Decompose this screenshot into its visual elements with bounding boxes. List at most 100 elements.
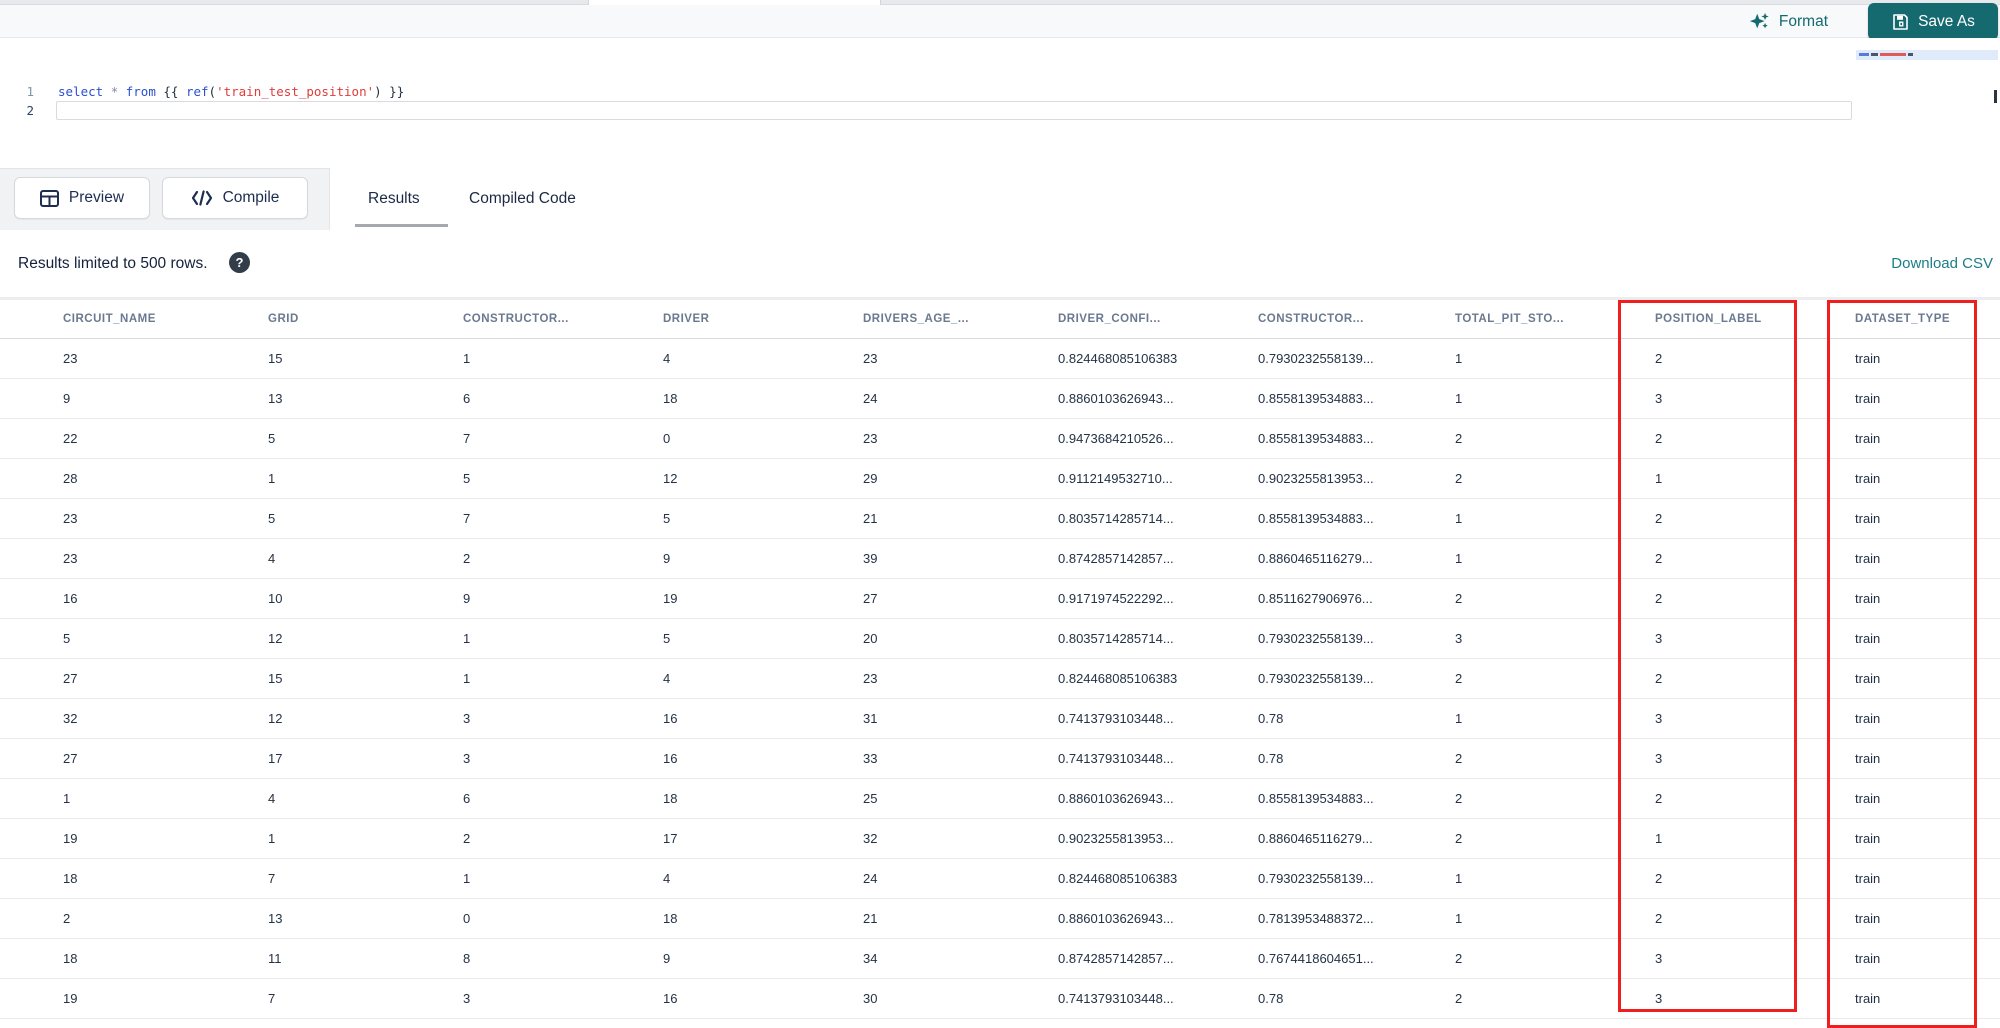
table-cell: 10 <box>205 578 400 619</box>
table-cell: train <box>1792 338 2000 379</box>
table-cell: 24 <box>800 858 995 899</box>
table-cell: 0.7930232558139... <box>1195 858 1392 899</box>
table-cell: 34 <box>800 938 995 979</box>
table-cell: 0.7813953488372... <box>1195 898 1392 939</box>
table-cell: 1 <box>400 858 600 899</box>
table-cell: 3 <box>1592 378 1792 419</box>
table-row: 19 1 2 17 32 0.9023255813953... 0.886046511627… <box>0 818 2000 859</box>
table-cell: 0.9112149532710... <box>995 458 1195 499</box>
table-cell: train <box>1792 778 2000 819</box>
table-cell: 7 <box>400 498 600 539</box>
table-cell: 0.7930232558139... <box>1195 658 1392 699</box>
column-header: TOTAL_PIT_STO... <box>1392 300 1592 339</box>
table-cell: 32 <box>800 818 995 859</box>
compile-label: Compile <box>222 189 280 206</box>
table-cell: 3 <box>400 978 600 1019</box>
table-cell: 0.8558139534883... <box>1195 778 1392 819</box>
table-cell: 0.78 <box>1195 978 1392 1019</box>
table-cell: 2 <box>400 538 600 579</box>
results-limit-message: Results limited to 500 rows. <box>18 255 208 272</box>
table-cell: train <box>1792 738 2000 779</box>
compile-button[interactable]: Compile <box>162 177 308 219</box>
table-cell: 2 <box>1592 858 1792 899</box>
table-cell: 18 <box>600 378 800 419</box>
table-cell: 8 <box>400 938 600 979</box>
save-as-label: Save As <box>1918 12 1975 30</box>
table-row: 19 7 3 16 30 0.7413793103448... 0.78 2 3 train <box>0 978 2000 1019</box>
format-button[interactable]: Format <box>1749 9 1828 35</box>
table-cell: 17 <box>600 818 800 859</box>
table-cell: 23 <box>0 538 205 579</box>
table-cell: 2 <box>1592 898 1792 939</box>
table-cell: 3 <box>1592 698 1792 739</box>
table-cell: 0.7674418604651... <box>1195 938 1392 979</box>
preview-label: Preview <box>68 189 125 206</box>
tab-compiled-code[interactable]: Compiled Code <box>469 190 576 214</box>
table-cell: 0.7413793103448... <box>995 738 1195 779</box>
table-cell: 17 <box>205 738 400 779</box>
table-cell: 16 <box>0 578 205 619</box>
preview-button[interactable]: Preview <box>14 177 150 219</box>
table-cell: 2 <box>1392 658 1592 699</box>
table-cell: 13 <box>205 378 400 419</box>
table-cell: 1 <box>205 458 400 499</box>
table-cell: 12 <box>205 698 400 739</box>
table-cell: 0.7413793103448... <box>995 698 1195 739</box>
table-cell: 1 <box>1392 898 1592 939</box>
table-cell: 2 <box>1392 778 1592 819</box>
table-cell: 11 <box>205 938 400 979</box>
table-cell: 20 <box>800 618 995 659</box>
table-cell: 9 <box>0 378 205 419</box>
table-cell: 2 <box>1592 578 1792 619</box>
table-cell: 22 <box>0 418 205 459</box>
table-row: 9 13 6 18 24 0.8860103626943... 0.855813953488… <box>0 378 2000 419</box>
table-cell: 0.8742857142857... <box>995 538 1195 579</box>
table-cell: 3 <box>1592 978 1792 1019</box>
table-cell: 0.8742857142857... <box>995 938 1195 979</box>
table-row: 2 13 0 18 21 0.8860103626943... 0.781395348837… <box>0 898 2000 939</box>
download-csv-link[interactable]: Download CSV <box>1891 255 1993 272</box>
table-cell: 23 <box>800 418 995 459</box>
help-icon[interactable]: ? <box>229 252 250 273</box>
table-cell: train <box>1792 658 2000 699</box>
table-cell: 27 <box>800 578 995 619</box>
table-cell: 2 <box>1392 978 1592 1019</box>
table-cell: 1 <box>1392 498 1592 539</box>
table-cell: 16 <box>600 698 800 739</box>
table-cell: 23 <box>0 338 205 379</box>
table-cell: 1 <box>1392 338 1592 379</box>
table-cell: 4 <box>600 858 800 899</box>
sql-editor[interactable]: 1 2 select * from {{ ref('train_test_pos… <box>0 38 2000 168</box>
column-header: DRIVER_CONFI... <box>995 300 1195 339</box>
table-cell: 2 <box>1592 658 1792 699</box>
table-cell: 1 <box>205 818 400 859</box>
table-cell: 29 <box>800 458 995 499</box>
table-cell: 18 <box>0 938 205 979</box>
table-header-row: CIRCUIT_NAME GRID CONSTRUCTOR... DRIVER DRIV… <box>0 300 2000 339</box>
editor-cursor-line[interactable] <box>56 101 1852 120</box>
table-cell: 4 <box>205 778 400 819</box>
table-cell: 1 <box>1392 538 1592 579</box>
table-cell: 19 <box>0 978 205 1019</box>
table-cell: 15 <box>205 658 400 699</box>
column-header: CIRCUIT_NAME <box>0 300 205 339</box>
table-cell: 12 <box>205 618 400 659</box>
table-cell: 2 <box>1392 738 1592 779</box>
table-cell: 27 <box>0 658 205 699</box>
table-cell: 3 <box>400 738 600 779</box>
editor-minimap[interactable] <box>1856 40 1998 136</box>
table-icon <box>39 189 59 207</box>
table-row: 27 15 1 4 23 0.824468085106383 0.7930232558139… <box>0 658 2000 699</box>
table-row: 16 10 9 19 27 0.9171974522292... 0.85116279069… <box>0 578 2000 619</box>
table-cell: 0.78 <box>1195 738 1392 779</box>
table-row: 32 12 3 16 31 0.7413793103448... 0.78 1 3 train <box>0 698 2000 739</box>
column-header: CONSTRUCTOR... <box>400 300 600 339</box>
table-cell: 0.824468085106383 <box>995 338 1195 379</box>
table-cell: train <box>1792 938 2000 979</box>
save-as-button[interactable]: Save As <box>1868 3 1998 40</box>
tab-results[interactable]: Results <box>368 190 420 214</box>
table-row: 23 5 7 5 21 0.8035714285714... 0.8558139534883… <box>0 498 2000 539</box>
line-number-2: 2 <box>26 103 34 118</box>
table-cell: 33 <box>800 738 995 779</box>
column-header: DRIVERS_AGE_... <box>800 300 995 339</box>
